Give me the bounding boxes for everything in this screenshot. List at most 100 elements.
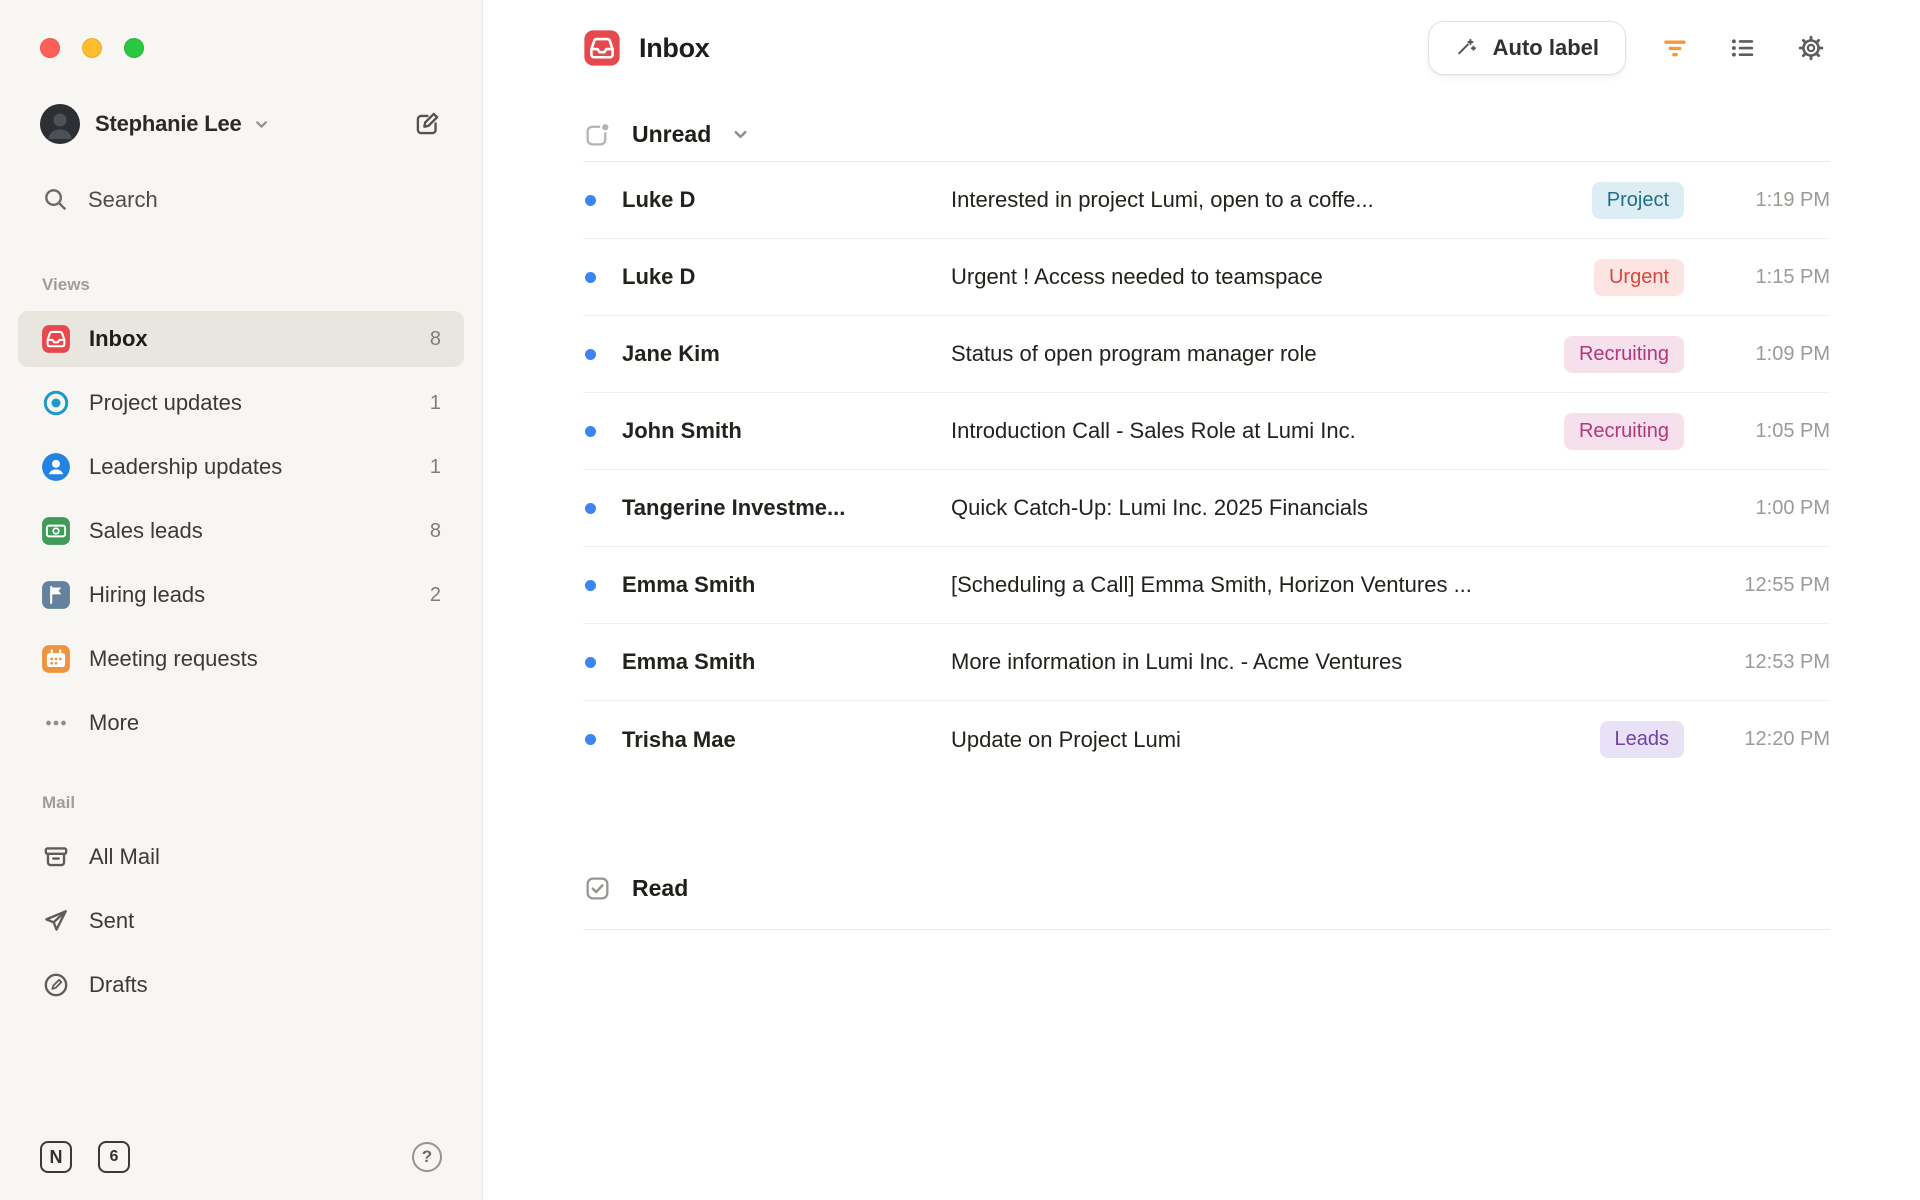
sidebar-item-inbox[interactable]: Inbox 8	[18, 311, 464, 367]
inbox-icon	[41, 324, 71, 354]
email-sender: Emma Smith	[622, 572, 756, 597]
sidebar-item-label: Hiring leads	[89, 582, 206, 607]
read-group-header[interactable]: Read	[583, 874, 1830, 930]
unread-dot-icon	[585, 271, 596, 283]
sidebar-item-sent[interactable]: Sent	[18, 893, 464, 949]
page-title: Inbox	[639, 32, 710, 63]
email-row[interactable]: Emma Smith [Scheduling a Call] Emma Smit…	[583, 547, 1830, 624]
search-label: Search	[88, 186, 158, 212]
email-subject: [Scheduling a Call] Emma Smith, Horizon …	[951, 572, 1472, 597]
account-switcher[interactable]: Stephanie Lee	[0, 104, 482, 144]
chevron-down-icon[interactable]	[731, 125, 750, 144]
sidebar-item-label: Sent	[89, 908, 135, 933]
label-badge: Leads	[1599, 721, 1684, 758]
sidebar-item-more[interactable]: More	[18, 695, 464, 751]
unread-dot-icon	[585, 348, 596, 360]
sidebar-item-hiring-leads[interactable]: Hiring leads 2	[18, 567, 464, 623]
notion-app-icon[interactable]: N	[40, 1141, 72, 1173]
sidebar-item-sales-leads[interactable]: Sales leads 8	[18, 503, 464, 559]
sidebar-footer: N 6 ?	[0, 1114, 482, 1200]
flag-icon	[41, 580, 71, 610]
sidebar-item-label: All Mail	[89, 844, 160, 869]
filter-icon[interactable]	[1656, 29, 1694, 67]
app-window: Stephanie Lee Search Views Inbox 8 Proje…	[0, 0, 1920, 1200]
email-row[interactable]: Tangerine Investme... Quick Catch-Up: Lu…	[583, 470, 1830, 547]
sidebar-item-drafts[interactable]: Drafts	[18, 957, 464, 1013]
email-sender: Tangerine Investme...	[622, 495, 846, 520]
unread-icon	[583, 120, 612, 149]
sidebar-item-all-mail[interactable]: All Mail	[18, 829, 464, 885]
email-sender: Trisha Mae	[622, 726, 736, 752]
email-time: 12:20 PM	[1744, 728, 1830, 750]
unread-count: 2	[429, 583, 441, 606]
compose-icon[interactable]	[412, 109, 442, 139]
views-section-label: Views	[42, 275, 90, 294]
email-row[interactable]: Emma Smith More information in Lumi Inc.…	[583, 624, 1830, 701]
label-badge: Urgent	[1593, 258, 1684, 296]
email-row[interactable]: John Smith Introduction Call - Sales Rol…	[583, 393, 1830, 470]
label-badge: Recruiting	[1563, 412, 1684, 450]
sidebar-item-label: Inbox	[89, 326, 148, 351]
read-group-label: Read	[632, 875, 689, 901]
calendar-app-icon[interactable]: 6	[98, 1141, 130, 1173]
sidebar-item-leadership-updates[interactable]: Leadership updates 1	[18, 439, 464, 495]
email-subject: Introduction Call - Sales Role at Lumi I…	[951, 418, 1356, 443]
sidebar-item-project-updates[interactable]: Project updates 1	[18, 375, 464, 431]
help-icon[interactable]: ?	[412, 1142, 442, 1172]
drafts-icon	[41, 970, 71, 1000]
mail-section-label: Mail	[42, 793, 76, 812]
sidebar: Stephanie Lee Search Views Inbox 8 Proje…	[0, 0, 483, 1200]
zoom-window-button[interactable]	[124, 38, 144, 58]
email-row[interactable]: Luke D Urgent ! Access needed to teamspa…	[583, 239, 1830, 316]
sidebar-item-label: Project updates	[89, 390, 242, 415]
sidebar-item-label: Sales leads	[89, 518, 203, 543]
email-subject: Status of open program manager role	[951, 341, 1317, 366]
all-mail-icon	[41, 842, 71, 872]
wand-icon	[1455, 36, 1479, 60]
email-time: 1:05 PM	[1755, 419, 1830, 442]
send-icon	[41, 906, 71, 936]
auto-label-button-label: Auto label	[1492, 35, 1599, 60]
unread-dot-icon	[585, 194, 596, 206]
email-time: 1:15 PM	[1755, 265, 1830, 288]
email-subject: Quick Catch-Up: Lumi Inc. 2025 Financial…	[951, 495, 1368, 520]
unread-group-label: Unread	[632, 121, 712, 147]
sidebar-item-label: Leadership updates	[89, 454, 283, 479]
email-subject: Urgent ! Access needed to teamspace	[951, 264, 1323, 289]
inbox-icon	[583, 29, 621, 67]
email-time: 1:09 PM	[1755, 342, 1830, 365]
main-panel: Inbox Auto label Unread Luke D Intereste…	[483, 0, 1920, 1200]
read-checkbox-icon	[583, 874, 612, 903]
unread-count: 1	[429, 391, 441, 414]
sidebar-item-label: Drafts	[89, 972, 148, 997]
list-view-icon[interactable]	[1724, 29, 1762, 67]
email-sender: Jane Kim	[622, 341, 720, 366]
sidebar-item-label: More	[89, 710, 140, 735]
auto-label-button[interactable]: Auto label	[1427, 21, 1626, 75]
unread-group-header[interactable]: Unread	[583, 120, 1830, 149]
banknote-icon	[41, 516, 71, 546]
unread-count: 8	[429, 519, 441, 542]
email-list: Luke D Interested in project Lumi, open …	[583, 162, 1830, 778]
window-controls	[40, 38, 144, 58]
email-time: 1:19 PM	[1755, 188, 1830, 211]
email-row[interactable]: Trisha Mae Update on Project Lumi Leads …	[583, 701, 1830, 778]
views-nav: Inbox 8 Project updates 1 Leadership upd…	[0, 311, 482, 751]
sidebar-item-label: Meeting requests	[89, 646, 258, 671]
unread-dot-icon	[585, 579, 596, 591]
chevron-down-icon	[253, 116, 270, 133]
search-button[interactable]: Search	[0, 186, 482, 213]
email-row[interactable]: Luke D Interested in project Lumi, open …	[583, 162, 1830, 239]
sidebar-item-meeting-requests[interactable]: Meeting requests	[18, 631, 464, 687]
avatar	[40, 104, 80, 144]
close-window-button[interactable]	[40, 38, 60, 58]
target-icon	[41, 388, 71, 418]
minimize-window-button[interactable]	[82, 38, 102, 58]
person-icon	[41, 452, 71, 482]
label-badge: Project	[1591, 181, 1684, 219]
email-row[interactable]: Jane Kim Status of open program manager …	[583, 316, 1830, 393]
email-subject: Update on Project Lumi	[951, 726, 1181, 752]
gear-icon[interactable]	[1792, 29, 1830, 67]
search-icon	[42, 186, 69, 213]
email-time: 12:55 PM	[1744, 573, 1830, 596]
